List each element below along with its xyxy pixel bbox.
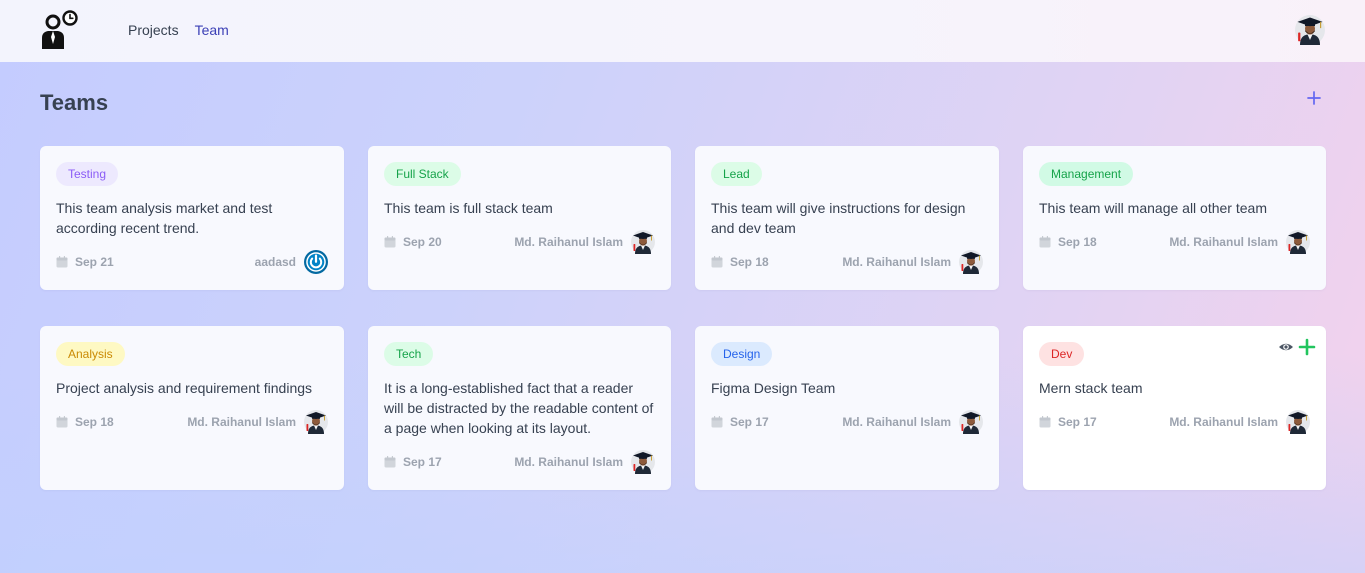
team-date: Sep 17 — [403, 455, 442, 469]
team-date: Sep 17 — [730, 415, 769, 429]
card-actions — [1278, 338, 1316, 356]
team-card[interactable]: Dev Mern stack team Sep 17 Md. Raihanul … — [1023, 326, 1326, 490]
team-description: Figma Design Team — [711, 380, 836, 396]
owner-avatar — [631, 230, 655, 254]
team-owner: Md. Raihanul Islam — [1169, 415, 1278, 429]
team-tag: Analysis — [56, 342, 125, 366]
calendar-icon — [711, 256, 723, 268]
owner-avatar — [959, 410, 983, 434]
calendar-icon — [1039, 416, 1051, 428]
team-owner: Md. Raihanul Islam — [514, 455, 623, 469]
team-tag: Tech — [384, 342, 434, 366]
team-description: This team analysis market and test accor… — [56, 200, 273, 236]
team-card[interactable]: Analysis Project analysis and requiremen… — [40, 326, 344, 490]
user-avatar[interactable] — [1295, 15, 1325, 45]
team-date: Sep 18 — [730, 255, 769, 269]
team-description: Mern stack team — [1039, 380, 1143, 396]
team-tag: Dev — [1039, 342, 1085, 366]
calendar-icon — [56, 256, 68, 268]
team-description: It is a long-established fact that a rea… — [384, 380, 654, 436]
logo-icon[interactable] — [40, 10, 80, 50]
calendar-icon — [1039, 236, 1051, 248]
plus-icon[interactable] — [1298, 338, 1316, 356]
team-tag: Full Stack — [384, 162, 461, 186]
team-owner: Md. Raihanul Islam — [842, 255, 951, 269]
team-owner: Md. Raihanul Islam — [514, 235, 623, 249]
team-owner: Md. Raihanul Islam — [1169, 235, 1278, 249]
team-description: This team will give instructions for des… — [711, 200, 966, 236]
team-date: Sep 20 — [403, 235, 442, 249]
card-footer: Sep 18 Md. Raihanul Islam — [711, 250, 983, 274]
team-card[interactable]: Design Figma Design Team Sep 17 Md. Raih… — [695, 326, 999, 490]
team-date: Sep 17 — [1058, 415, 1097, 429]
team-tag: Management — [1039, 162, 1134, 186]
owner-avatar — [1286, 410, 1310, 434]
team-date: Sep 18 — [75, 415, 114, 429]
calendar-icon — [711, 416, 723, 428]
team-card[interactable]: Tech It is a long-established fact that … — [368, 326, 671, 490]
team-card[interactable]: Management This team will manage all oth… — [1023, 146, 1326, 290]
main-nav: Projects Team — [128, 22, 229, 38]
team-description: Project analysis and requirement finding… — [56, 380, 313, 396]
calendar-icon — [384, 456, 396, 468]
card-footer: Sep 18 Md. Raihanul Islam — [1039, 230, 1310, 254]
calendar-icon — [384, 236, 396, 248]
page-title: Teams — [40, 90, 109, 115]
team-tag: Testing — [56, 162, 119, 186]
nav-projects-link[interactable]: Projects — [128, 22, 179, 38]
eye-icon[interactable] — [1278, 339, 1294, 355]
team-date: Sep 21 — [75, 255, 114, 269]
team-card[interactable]: Lead This team will give instructions fo… — [695, 146, 999, 290]
card-footer: Sep 17 Md. Raihanul Islam — [384, 450, 655, 474]
nav-team-link[interactable]: Team — [195, 22, 229, 38]
card-footer: Sep 17 Md. Raihanul Islam — [1039, 410, 1310, 434]
team-owner: Md. Raihanul Islam — [842, 415, 951, 429]
add-team-button[interactable] — [1302, 86, 1326, 110]
card-footer: Sep 21 aadasd — [56, 250, 328, 274]
team-card[interactable]: Full Stack This team is full stack team … — [368, 146, 671, 290]
plus-icon — [1307, 91, 1321, 105]
top-navbar: Projects Team — [0, 0, 1365, 62]
owner-avatar — [631, 450, 655, 474]
team-tag: Design — [711, 342, 773, 366]
team-description: This team is full stack team — [384, 200, 553, 216]
team-description: This team will manage all other team — [1039, 200, 1267, 216]
team-date: Sep 18 — [1058, 235, 1097, 249]
card-footer: Sep 18 Md. Raihanul Islam — [56, 410, 328, 434]
team-owner: aadasd — [254, 255, 296, 269]
card-footer: Sep 17 Md. Raihanul Islam — [711, 410, 983, 434]
calendar-icon — [56, 416, 68, 428]
owner-avatar — [1286, 230, 1310, 254]
team-owner: Md. Raihanul Islam — [187, 415, 296, 429]
owner-avatar — [304, 410, 328, 434]
team-tag: Lead — [711, 162, 762, 186]
team-card[interactable]: Testing This team analysis market and te… — [40, 146, 344, 290]
card-footer: Sep 20 Md. Raihanul Islam — [384, 230, 655, 254]
owner-avatar — [959, 250, 983, 274]
power-icon — [304, 250, 328, 274]
